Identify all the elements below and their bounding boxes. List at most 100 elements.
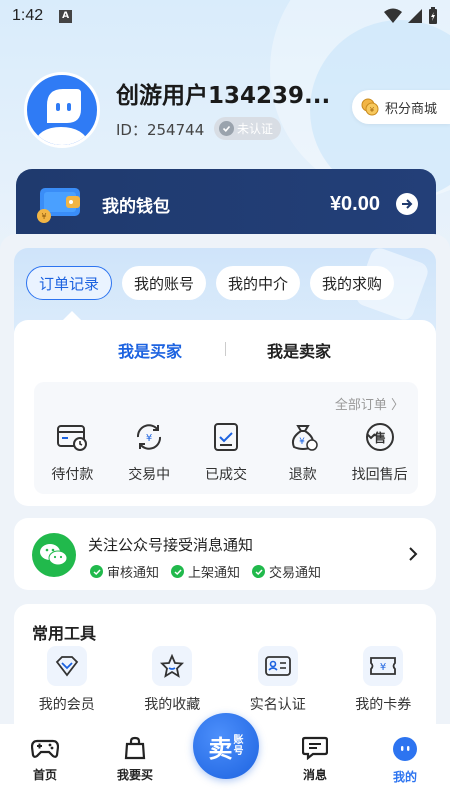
status-icons xyxy=(384,7,438,25)
svg-text:¥: ¥ xyxy=(299,437,305,447)
wifi-icon xyxy=(384,8,402,23)
battery-icon xyxy=(429,7,437,24)
trading-icon: ¥ xyxy=(137,424,162,450)
nav-profile[interactable]: 我的 xyxy=(360,724,450,800)
shield-check-icon xyxy=(219,121,234,136)
points-mall-button[interactable]: ¥ 积分商城 xyxy=(352,90,450,124)
wechat-notify-card[interactable]: 关注公众号接受消息通知 审核通知 上架通知 交易通知 xyxy=(14,518,436,590)
nav-label: 消息 xyxy=(302,768,327,782)
order-status-refund[interactable]: ¥ 退款 xyxy=(264,420,341,484)
nav-buy[interactable]: 我要买 xyxy=(90,724,180,800)
tool-coupons[interactable]: ¥ 我的卡券 xyxy=(331,646,437,714)
status-bar: 1:42 A xyxy=(0,0,450,32)
tab-my-accounts[interactable]: 我的账号 xyxy=(122,266,207,300)
order-status-label: 交易中 xyxy=(128,467,171,483)
notify-tag: 审核通知 xyxy=(90,562,159,581)
tool-membership[interactable]: 我的会员 xyxy=(14,646,120,714)
completed-icon xyxy=(213,423,238,451)
signal-icon xyxy=(408,9,422,23)
order-card: 我是买家 我是卖家 全部订单 〉 待付款 ¥ 交易中 已成交 ¥ 退款 售 找回… xyxy=(14,320,436,506)
sell-account-button[interactable]: 卖 账 号 xyxy=(193,713,259,779)
tab-my-purchase-requests[interactable]: 我的求购 xyxy=(310,266,395,300)
tab-my-intermediary[interactable]: 我的中介 xyxy=(216,266,301,300)
tools-title: 常用工具 xyxy=(32,624,97,643)
notification-icon: A xyxy=(59,9,73,23)
id-card-icon xyxy=(257,646,298,686)
sell-button-sub-bottom: 号 xyxy=(233,746,244,757)
nav-label: 首页 xyxy=(32,768,57,782)
tool-label: 我的卡券 xyxy=(355,697,412,713)
nav-label: 我的 xyxy=(392,770,417,784)
wechat-icon xyxy=(32,533,76,577)
refund-icon: ¥ xyxy=(291,425,318,451)
gamepad-icon xyxy=(31,739,59,758)
tool-label: 实名认证 xyxy=(249,697,306,713)
chevron-right-icon xyxy=(409,547,418,561)
tool-label: 我的会员 xyxy=(38,697,95,713)
message-icon xyxy=(302,736,328,760)
order-status-label: 待付款 xyxy=(51,467,94,483)
order-status-after-sale[interactable]: 售 找回售后 xyxy=(341,420,418,484)
star-icon xyxy=(152,646,193,686)
after-sale-icon: 售 xyxy=(365,423,394,451)
verify-status-badge[interactable]: 未认证 xyxy=(214,117,282,140)
all-orders-link[interactable]: 全部订单 〉 xyxy=(335,394,404,413)
notify-tags: 审核通知 上架通知 交易通知 xyxy=(90,562,321,581)
nav-home[interactable]: 首页 xyxy=(0,724,90,800)
sell-button-sub: 账 号 xyxy=(234,735,244,757)
order-status-completed[interactable]: 已成交 xyxy=(188,420,265,484)
username: 创游用户134239... xyxy=(116,83,331,109)
svg-text:售: 售 xyxy=(374,430,386,445)
order-status-label: 已成交 xyxy=(204,467,247,483)
check-icon xyxy=(90,565,103,578)
sell-button-main: 卖 xyxy=(208,734,233,763)
wallet-card[interactable]: ¥ 我的钱包 ¥0.00 xyxy=(16,169,436,239)
user-id: ID：254744 xyxy=(116,121,205,139)
notify-title: 关注公众号接受消息通知 xyxy=(88,536,254,554)
nav-messages[interactable]: 消息 xyxy=(270,724,360,800)
status-time: 1:42 xyxy=(12,7,44,24)
seller-role-tab[interactable]: 我是卖家 xyxy=(267,338,331,362)
points-mall-label: 积分商城 xyxy=(385,101,438,117)
notify-tag-label: 交易通知 xyxy=(269,566,322,581)
nav-label: 我要买 xyxy=(116,768,153,782)
svg-text:¥: ¥ xyxy=(146,433,152,444)
order-status-pending-payment[interactable]: 待付款 xyxy=(34,420,111,484)
divider xyxy=(225,342,226,356)
check-icon xyxy=(252,565,266,578)
notify-tag-label: 审核通知 xyxy=(107,566,160,581)
order-tabs: 订单记录 我的账号 我的中介 我的求购 xyxy=(26,266,395,300)
avatar-face-icon xyxy=(33,89,91,145)
wallet-amount: ¥0.00 xyxy=(329,192,380,215)
sell-button-sub-top: 账 xyxy=(233,735,244,746)
svg-text:¥: ¥ xyxy=(41,212,46,221)
order-status-label: 找回售后 xyxy=(351,467,408,483)
avatar[interactable] xyxy=(24,72,100,148)
tab-order-records[interactable]: 订单记录 xyxy=(26,266,113,300)
tool-label: 我的收藏 xyxy=(144,697,201,713)
coupon-icon: ¥ xyxy=(363,646,404,686)
notify-tag-label: 上架通知 xyxy=(188,566,241,581)
svg-text:¥: ¥ xyxy=(370,106,375,114)
profile-icon xyxy=(393,737,417,761)
order-status-panel: 全部订单 〉 待付款 ¥ 交易中 已成交 ¥ 退款 售 找回售后 xyxy=(34,382,418,494)
buyer-role-tab[interactable]: 我是买家 xyxy=(118,338,182,362)
wallet-label: 我的钱包 xyxy=(102,196,170,217)
diamond-icon xyxy=(46,646,87,686)
bag-icon xyxy=(124,736,146,760)
coins-icon: ¥ xyxy=(361,98,379,116)
tools-list: 我的会员 我的收藏 实名认证 ¥ 我的卡券 xyxy=(14,646,436,714)
notify-tag: 交易通知 xyxy=(252,562,321,581)
tool-real-name-verification[interactable]: 实名认证 xyxy=(225,646,331,714)
svg-text:¥: ¥ xyxy=(380,662,386,673)
arrow-right-icon[interactable] xyxy=(396,193,418,215)
check-icon xyxy=(171,565,185,578)
order-status-label: 退款 xyxy=(288,467,317,483)
pending-payment-icon xyxy=(57,425,88,451)
order-status-trading[interactable]: ¥ 交易中 xyxy=(111,420,188,484)
notify-tag: 上架通知 xyxy=(171,562,240,581)
role-switch: 我是买家 我是卖家 xyxy=(14,338,436,362)
order-status-list: 待付款 ¥ 交易中 已成交 ¥ 退款 售 找回售后 xyxy=(34,420,418,484)
tool-favorites[interactable]: 我的收藏 xyxy=(120,646,226,714)
wallet-icon: ¥ xyxy=(36,184,84,224)
